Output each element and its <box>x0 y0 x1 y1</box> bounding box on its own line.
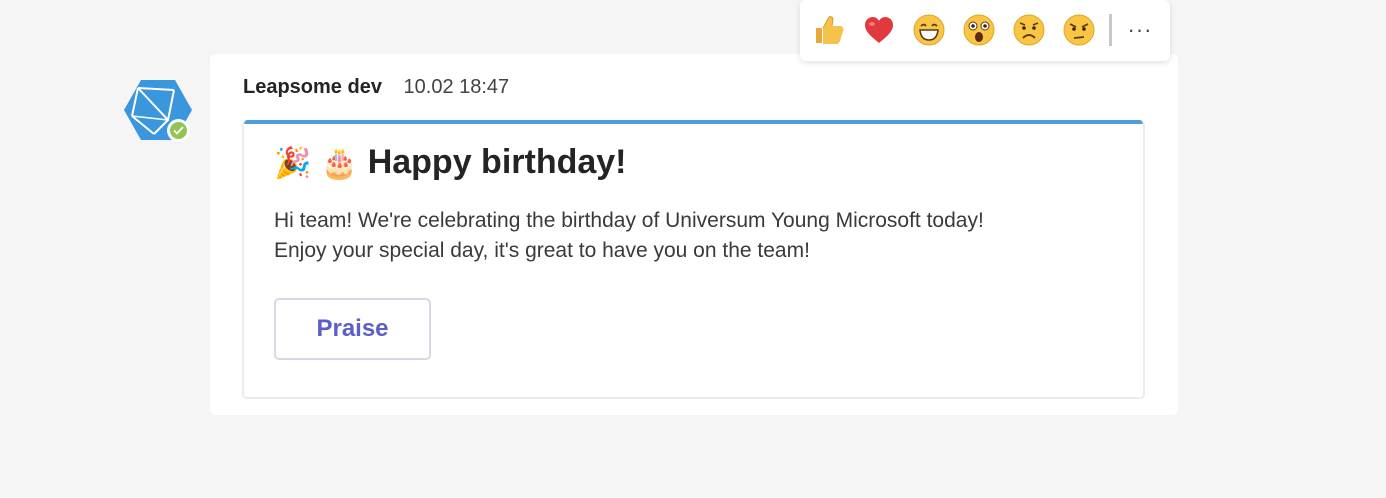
heart-icon <box>865 17 893 43</box>
card-accent-bar <box>244 120 1143 124</box>
like-reaction-button[interactable] <box>812 13 846 47</box>
surprised-icon <box>963 14 995 46</box>
message-header: Leapsome dev 10.02 18:47 <box>243 76 509 99</box>
card-body: Hi team! We're celebrating the birthday … <box>274 206 1124 266</box>
heart-reaction-button[interactable] <box>862 13 896 47</box>
thumbs-up-icon <box>816 16 844 44</box>
party-cake-emoji: 🎉 🎂 <box>274 146 359 181</box>
sad-icon <box>1013 14 1045 46</box>
card-title: 🎉 🎂 Happy birthday! <box>274 142 627 184</box>
sender-name: Leapsome dev <box>243 76 382 98</box>
card-body-line: Hi team! We're celebrating the birthday … <box>274 209 984 232</box>
laugh-reaction-button[interactable] <box>912 13 946 47</box>
surprised-reaction-button[interactable] <box>962 13 996 47</box>
angry-icon <box>1063 14 1095 46</box>
laugh-icon <box>913 14 945 46</box>
card-title-text: Happy birthday! <box>367 143 627 181</box>
angry-reaction-button[interactable] <box>1062 13 1096 47</box>
praise-button[interactable]: Praise <box>274 298 431 360</box>
adaptive-card: 🎉 🎂 Happy birthday! Hi team! We're celeb… <box>242 120 1145 399</box>
toolbar-divider <box>1109 14 1112 46</box>
presence-badge <box>167 119 190 142</box>
sad-reaction-button[interactable] <box>1012 13 1046 47</box>
available-status-icon <box>170 122 187 139</box>
message-bubble[interactable]: Leapsome dev 10.02 18:47 🎉 🎂 Happy birth… <box>210 54 1178 415</box>
message-timestamp: 10.02 18:47 <box>403 76 510 98</box>
reaction-toolbar: ··· <box>800 0 1170 61</box>
card-body-line: Enjoy your special day, it's great to ha… <box>274 239 810 262</box>
chat-pane: Leapsome dev 10.02 18:47 🎉 🎂 Happy birth… <box>0 0 1386 498</box>
more-options-button[interactable]: ··· <box>1122 15 1158 45</box>
